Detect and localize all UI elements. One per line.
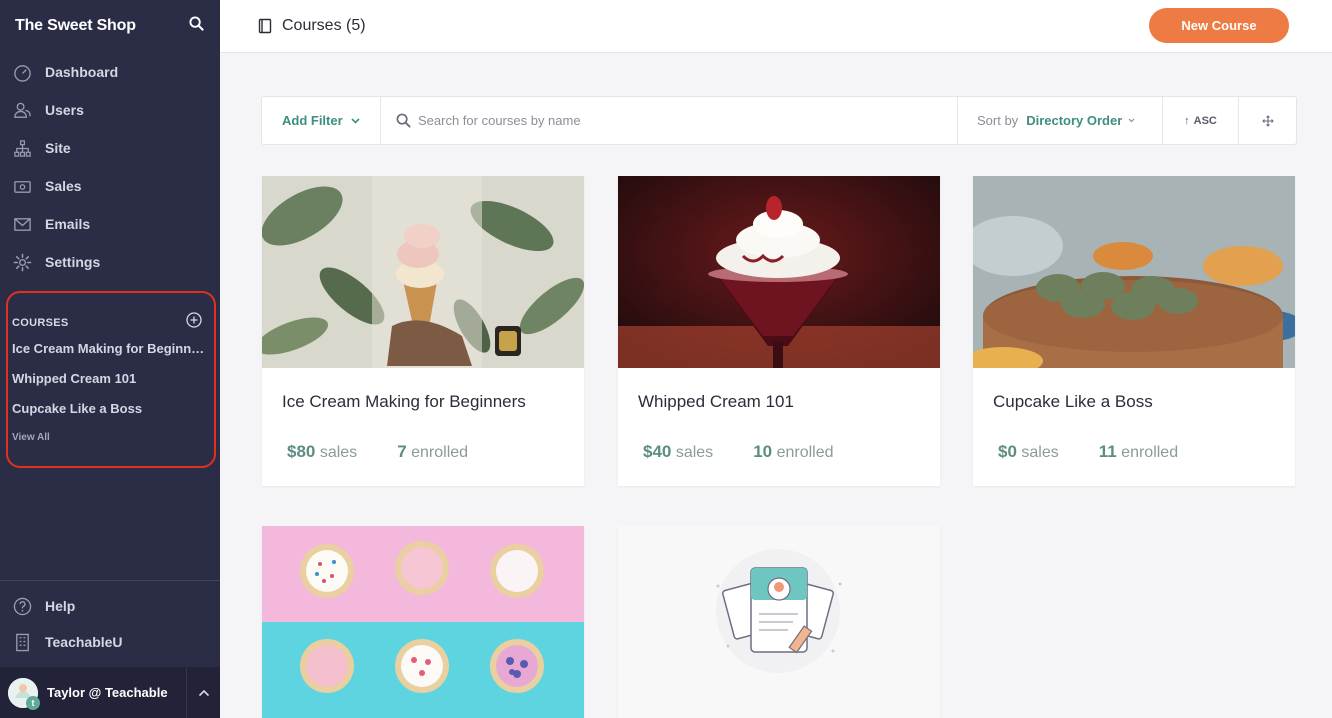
school-name[interactable]: The Sweet Shop	[15, 17, 136, 35]
nav-label: TeachableU	[45, 634, 123, 650]
page-title-text: Courses (5)	[282, 17, 366, 34]
add-filter-label: Add Filter	[282, 113, 343, 128]
empty-course-illustration	[618, 526, 940, 718]
book-icon	[258, 18, 272, 34]
enrolled-stat: 10 enrolled	[753, 442, 833, 462]
nav-item-settings[interactable]: Settings	[0, 243, 220, 281]
sales-stat: $80 sales	[287, 442, 357, 462]
sort-order-label: ASC	[1193, 114, 1217, 127]
sort-value: Directory Order	[1026, 113, 1123, 128]
expand-button[interactable]	[1239, 97, 1296, 144]
nav-item-dashboard[interactable]: Dashboard	[0, 53, 220, 91]
nav-label: Sales	[45, 178, 82, 194]
course-title[interactable]: Cupcake Like a Boss	[993, 392, 1275, 412]
nav-label: Site	[45, 140, 71, 156]
sidebar-divider	[0, 580, 220, 581]
sales-amount: $0	[998, 442, 1017, 461]
expand-icon	[1261, 114, 1274, 127]
sales-label: sales	[319, 444, 358, 461]
enrolled-label: enrolled	[411, 444, 469, 461]
enrolled-count: 11	[1098, 442, 1117, 461]
course-thumbnail-cookies	[262, 526, 584, 718]
sidebar: The Sweet Shop Dashboard Users Site Sale…	[0, 0, 220, 718]
add-course-icon[interactable]	[186, 312, 202, 333]
course-thumbnail-cupcake	[973, 176, 1295, 368]
enrolled-count: 7	[397, 442, 407, 461]
sales-stat: $40 sales	[643, 442, 713, 462]
teachableu-icon	[12, 632, 32, 652]
search-icon	[396, 113, 411, 128]
arrow-up-icon: ↑	[1184, 114, 1190, 127]
course-title[interactable]: Ice Cream Making for Beginners	[282, 392, 564, 412]
nav-item-emails[interactable]: Emails	[0, 205, 220, 243]
sort-order-toggle[interactable]: ↑ ASC	[1163, 97, 1239, 144]
sales-label: sales	[1021, 444, 1059, 461]
sidebar-course-link[interactable]: Whipped Cream 101	[12, 371, 206, 386]
nav-label: Help	[45, 598, 76, 614]
course-title[interactable]: Whipped Cream 101	[638, 392, 920, 412]
search-icon[interactable]	[189, 16, 204, 36]
courses-section-title: COURSES	[12, 316, 69, 329]
sales-stat: $0 sales	[998, 442, 1059, 462]
nav-item-users[interactable]: Users	[0, 91, 220, 129]
sort-by-label: Sort by	[977, 113, 1019, 128]
nav-label: Settings	[45, 254, 101, 270]
sales-amount: $40	[643, 442, 672, 461]
dashboard-icon	[12, 62, 32, 82]
users-icon	[12, 100, 32, 120]
courses-section-header: COURSES	[12, 312, 202, 333]
course-card[interactable]: Whipped Cream 101 $40 sales 10 enrolled	[618, 176, 940, 486]
enrolled-label: enrolled	[1121, 444, 1179, 461]
course-card[interactable]: Ice Cream Making for Beginners $80 sales…	[262, 176, 584, 486]
search-container	[381, 97, 958, 144]
course-thumbnail-whipped-cream	[618, 176, 940, 368]
course-card[interactable]	[262, 526, 584, 718]
view-all-courses-link[interactable]: View All	[12, 432, 50, 443]
course-stats: $40 sales 10 enrolled	[643, 442, 874, 462]
top-bar: Courses (5) New Course	[220, 0, 1332, 53]
sidebar-course-link[interactable]: Cupcake Like a Boss	[12, 401, 206, 416]
nav-item-site[interactable]: Site	[0, 129, 220, 167]
main-nav: Dashboard Users Site Sales Emails Settin…	[0, 53, 220, 281]
nav-label: Users	[45, 102, 84, 118]
nav-item-help[interactable]: Help	[12, 596, 75, 616]
chevron-down-icon	[351, 117, 360, 124]
sidebar-course-link[interactable]: Ice Cream Making for Beginners	[12, 341, 206, 356]
search-input[interactable]	[418, 113, 918, 128]
sort-dropdown[interactable]: Sort by Directory Order	[958, 97, 1163, 144]
course-stats: $80 sales 7 enrolled	[287, 442, 508, 462]
course-card[interactable]: Cupcake Like a Boss $0 sales 11 enrolled	[973, 176, 1295, 486]
new-course-placeholder-card[interactable]	[618, 526, 940, 718]
nav-item-teachableu[interactable]: TeachableU	[12, 632, 123, 652]
sales-label: sales	[675, 444, 714, 461]
filter-bar: Add Filter Sort by Directory Order ↑ ASC	[261, 96, 1297, 145]
site-icon	[12, 138, 32, 158]
enrolled-label: enrolled	[776, 444, 834, 461]
page-title: Courses (5)	[258, 17, 366, 35]
enrolled-stat: 7 enrolled	[397, 442, 468, 462]
sales-amount: $80	[287, 442, 316, 461]
sales-icon	[12, 176, 32, 196]
user-menu[interactable]: t Taylor @ Teachable	[0, 667, 220, 718]
new-course-button[interactable]: New Course	[1149, 8, 1289, 43]
course-thumbnail-ice-cream	[262, 176, 584, 368]
enrolled-stat: 11 enrolled	[1099, 442, 1178, 462]
user-name: Taylor @ Teachable	[47, 685, 168, 700]
settings-icon	[12, 252, 32, 272]
course-stats: $0 sales 11 enrolled	[998, 442, 1218, 462]
user-badge: t	[26, 695, 40, 710]
avatar: t	[8, 677, 40, 710]
nav-item-sales[interactable]: Sales	[0, 167, 220, 205]
emails-icon	[12, 214, 32, 234]
chevron-down-icon	[1128, 118, 1135, 123]
add-filter-dropdown[interactable]: Add Filter	[262, 97, 381, 144]
enrolled-count: 10	[753, 442, 773, 461]
nav-label: Emails	[45, 216, 91, 232]
brand-header: The Sweet Shop	[0, 0, 220, 52]
nav-label: Dashboard	[45, 64, 119, 80]
chevron-up-icon[interactable]	[186, 667, 220, 718]
help-icon	[12, 596, 32, 616]
